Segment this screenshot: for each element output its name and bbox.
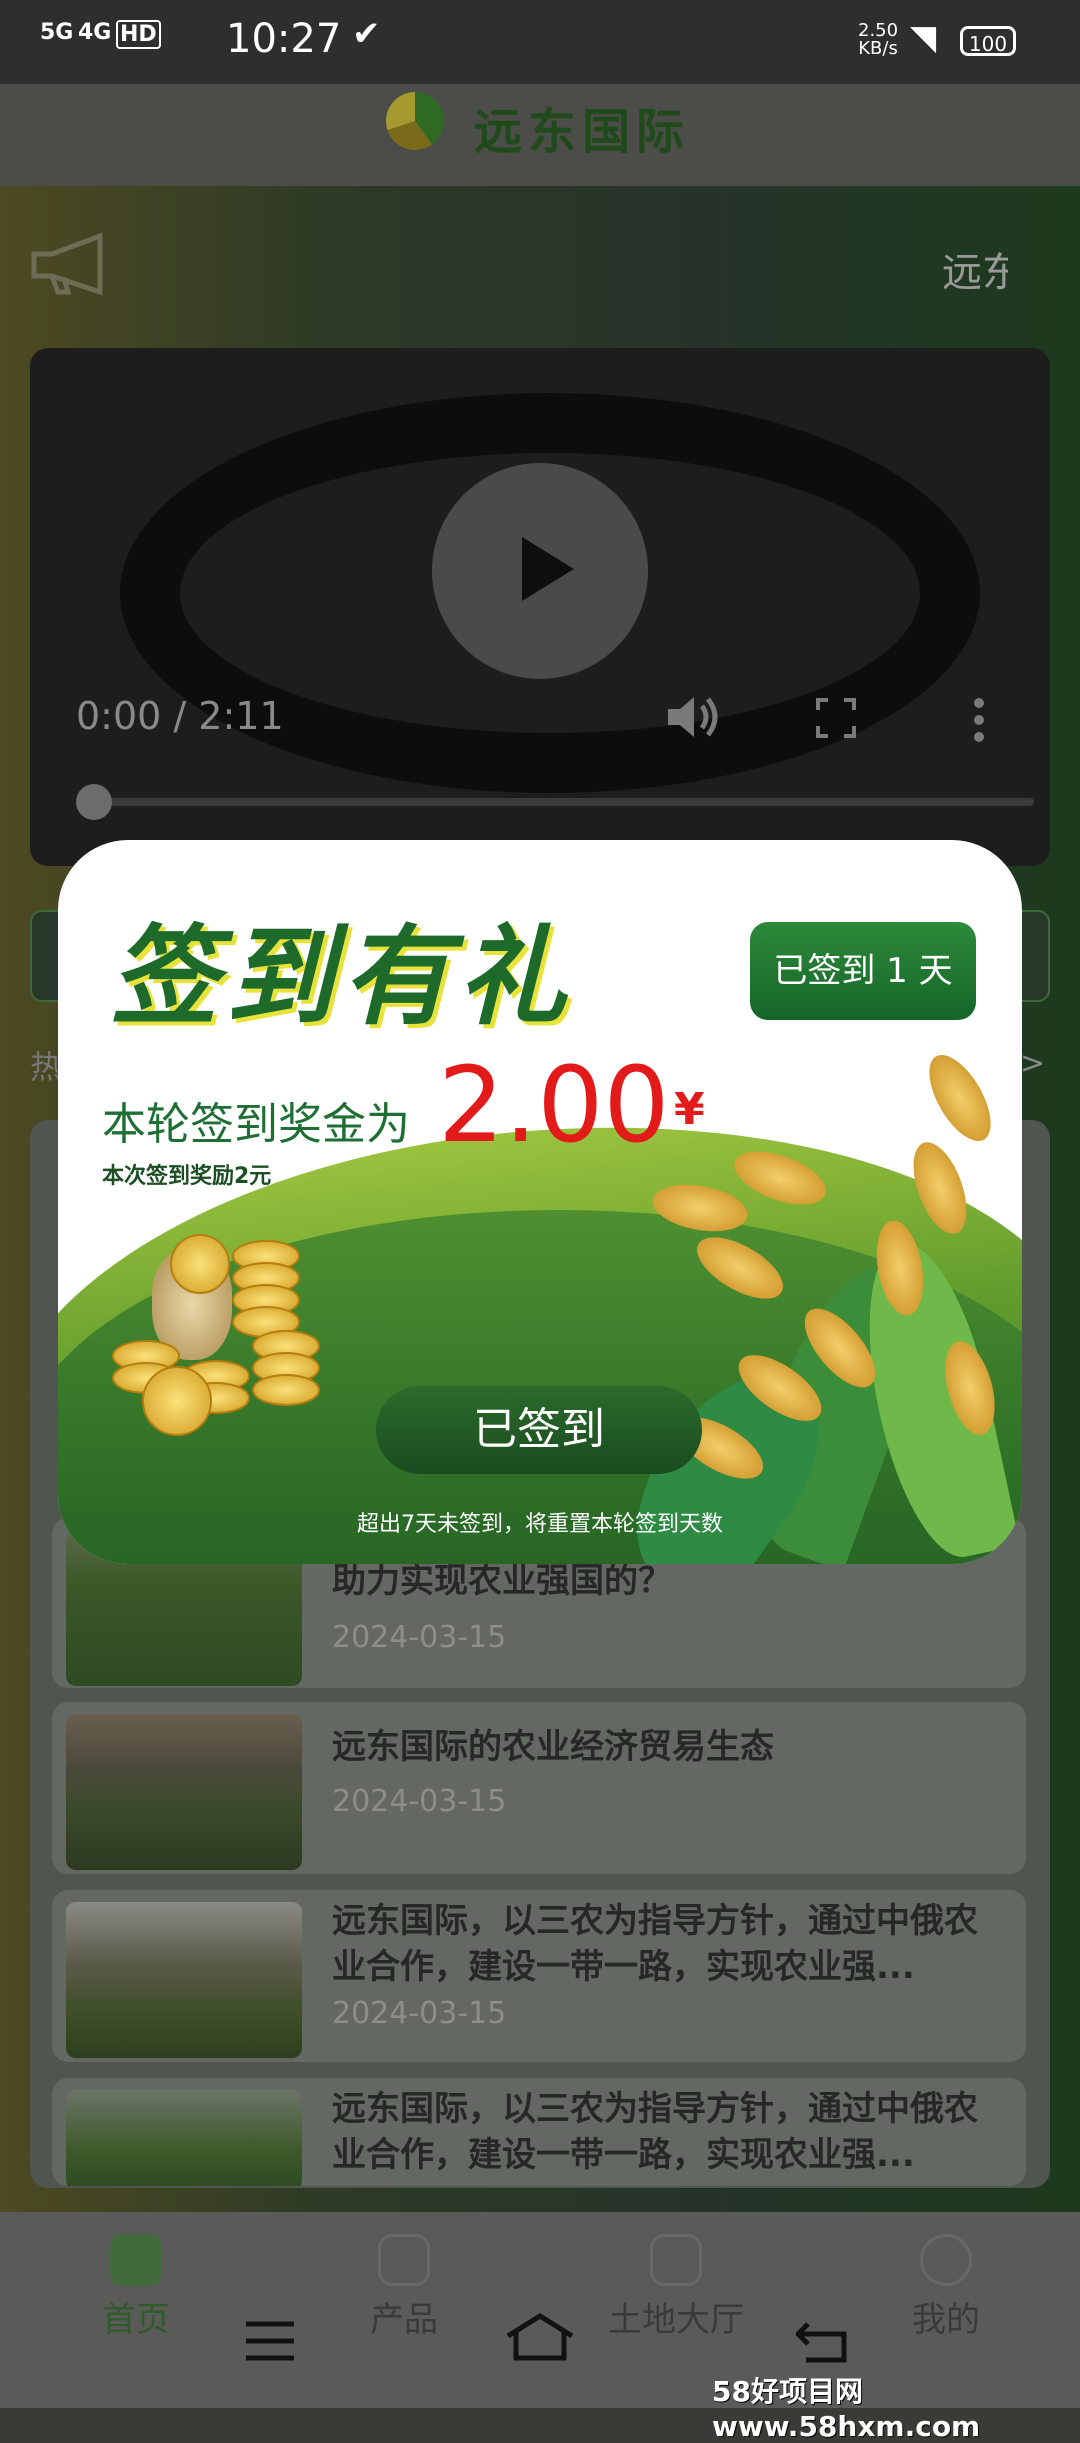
- video-progress-bar[interactable]: [78, 798, 1034, 806]
- news-date: 2024-03-15: [332, 1620, 507, 1655]
- status-time: 10:27: [226, 16, 342, 62]
- coin-icon: [142, 1366, 212, 1436]
- signal-4g: 4G: [78, 20, 112, 45]
- network-speed: 2.50 KB/s: [858, 22, 898, 58]
- video-progress-knob[interactable]: [76, 784, 112, 820]
- bar-chart-icon: [378, 2234, 430, 2286]
- section-more-link[interactable]: >: [1020, 1046, 1045, 1081]
- signal-5g: 5G: [40, 20, 74, 45]
- hd-icon: HD: [116, 20, 161, 49]
- signin-popup: 签到有礼 已签到 1 天 本轮签到奖金为 2.00 ¥ 本次签到奖励2元 已签到…: [58, 840, 1022, 1564]
- coin-stack-icon: [112, 1230, 342, 1440]
- news-title: 远东国际的农业经济贸易生态: [332, 1727, 774, 1767]
- list-item[interactable]: 远东国际，以三农为指导方针，通过中俄农业合作，建设一带一路，实现农业强... 2…: [52, 1890, 1026, 2062]
- speed-unit: KB/s: [858, 38, 898, 59]
- list-item[interactable]: 远东国际，以三农为指导方针，通过中俄农业合作，建设一带一路，实现农业强...: [52, 2078, 1026, 2186]
- fullscreen-icon[interactable]: [816, 698, 856, 738]
- status-bar: 5G 4G HD 10:27 ✔ 2.50 KB/s ◥ 100: [0, 0, 1080, 84]
- home-icon[interactable]: [504, 2312, 576, 2362]
- volume-icon[interactable]: [666, 694, 720, 740]
- reward-currency: ¥: [674, 1084, 705, 1135]
- battery-icon: 100: [960, 26, 1016, 56]
- app-logo: [386, 92, 444, 150]
- notice-marquee[interactable]: 远东: [942, 240, 1008, 298]
- news-title: 远东国际，以三农为指导方针，通过中俄农业合作，建设一带一路，实现农业强...: [332, 1901, 978, 1987]
- watermark: 58好项目网www.58hxm.com: [712, 2375, 981, 2443]
- video-player[interactable]: 0:00 / 2:11: [30, 348, 1050, 866]
- news-thumbnail: [66, 1714, 302, 1870]
- reward-subtext: 本次签到奖励2元: [102, 1164, 272, 1189]
- play-button[interactable]: [432, 463, 648, 679]
- video-time: 0:00 / 2:11: [76, 694, 284, 738]
- home-wheat-icon: [110, 2234, 162, 2286]
- back-icon[interactable]: [796, 2320, 850, 2364]
- news-thumbnail: [66, 2090, 302, 2186]
- news-date: 2024-03-15: [332, 1784, 507, 1819]
- app-title: 远东国际: [474, 104, 691, 160]
- popup-title: 签到有礼: [110, 915, 575, 1040]
- signed-in-button[interactable]: 已签到: [376, 1386, 702, 1474]
- more-options-icon[interactable]: [972, 698, 986, 742]
- news-title: 助力实现农业强国的？: [332, 1561, 672, 1601]
- wheat-icon: [916, 1045, 1004, 1151]
- list-item[interactable]: 远东国际的农业经济贸易生态 2024-03-15: [52, 1702, 1026, 1874]
- signed-days-badge: 已签到 1 天: [750, 922, 976, 1020]
- reset-note: 超出7天未签到，将重置本轮签到天数: [357, 1512, 723, 1537]
- menu-icon[interactable]: [244, 2320, 296, 2362]
- coin-icon: [252, 1374, 320, 1406]
- check-icon: ✔: [352, 14, 381, 54]
- wifi-icon: ◥: [910, 18, 937, 58]
- coin-icon: [170, 1234, 230, 1294]
- reward-label: 本轮签到奖金为: [102, 1099, 410, 1150]
- user-icon: [920, 2234, 972, 2286]
- building-icon: [650, 2234, 702, 2286]
- reward-amount: 2.00: [438, 1044, 670, 1166]
- news-date: 2024-03-15: [332, 1996, 507, 2031]
- news-title: 远东国际，以三农为指导方针，通过中俄农业合作，建设一带一路，实现农业强...: [332, 2089, 978, 2175]
- megaphone-icon: [31, 232, 103, 296]
- news-thumbnail: [66, 1902, 302, 2058]
